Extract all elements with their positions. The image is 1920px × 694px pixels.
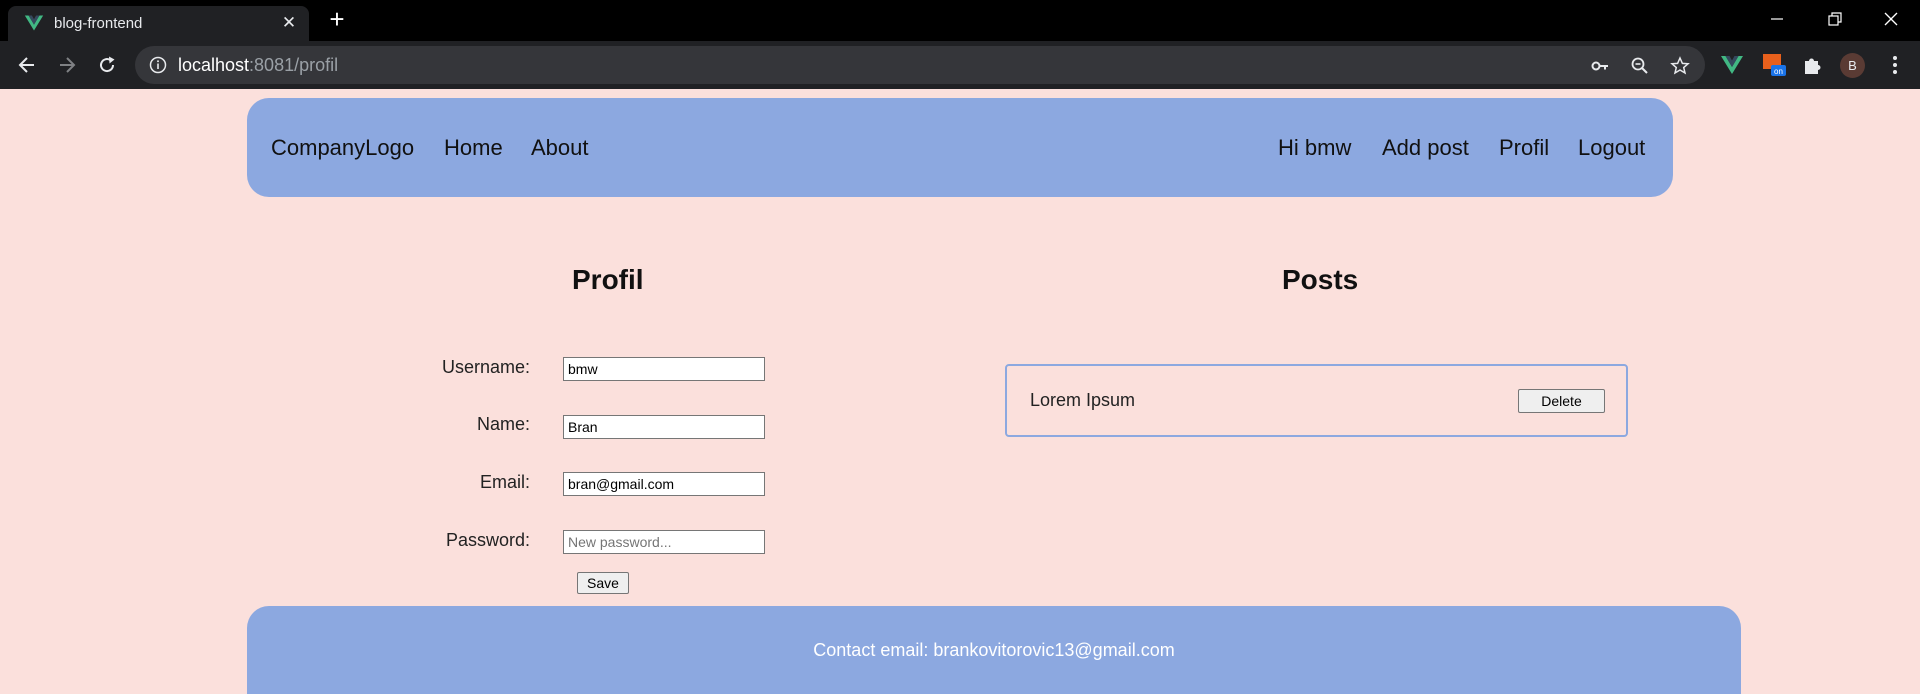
vue-devtools-extension-icon[interactable] xyxy=(1720,53,1744,77)
tab-close-icon[interactable]: ✕ xyxy=(280,14,298,32)
name-label: Name: xyxy=(476,414,530,434)
delete-post-button[interactable]: Delete xyxy=(1518,389,1605,413)
url-host: localhost xyxy=(178,55,250,75)
contact-email-text: Contact email: brankovitorovic13@gmail.c… xyxy=(813,640,1175,660)
nav-add-post-link[interactable]: Add post xyxy=(1382,135,1469,161)
password-label: Password: xyxy=(445,530,530,550)
cors-extension-icon[interactable]: on xyxy=(1762,53,1786,77)
post-card: Lorem Ipsum Delete xyxy=(1005,364,1628,437)
vue-favicon-icon xyxy=(24,15,44,31)
save-button[interactable]: Save xyxy=(577,572,629,594)
extensions-puzzle-icon[interactable] xyxy=(1801,53,1825,77)
posts-heading: Posts xyxy=(1282,264,1359,295)
password-input[interactable] xyxy=(563,530,765,554)
company-logo-link[interactable]: CompanyLogo xyxy=(271,135,414,161)
site-navbar: CompanyLogo Home About Hi bmw Add post P… xyxy=(247,98,1673,197)
post-title[interactable]: Lorem Ipsum xyxy=(1030,390,1135,411)
name-input[interactable] xyxy=(563,415,765,439)
email-input[interactable] xyxy=(563,472,765,496)
zoom-out-icon[interactable] xyxy=(1630,56,1650,76)
restore-icon[interactable] xyxy=(1820,6,1850,32)
reload-icon xyxy=(100,56,115,73)
site-footer: Contact email: brankovitorovic13@gmail.c… xyxy=(247,606,1741,694)
browser-tabstrip: blog-frontend ✕ + xyxy=(0,0,1920,41)
tab-title: blog-frontend xyxy=(54,15,143,32)
url-text: localhost:8081/profil xyxy=(178,55,338,76)
nav-home-link[interactable]: Home xyxy=(444,135,503,161)
reload-button[interactable] xyxy=(93,51,121,79)
minimize-icon[interactable] xyxy=(1762,6,1792,32)
address-bar[interactable]: localhost:8081/profil xyxy=(135,46,1705,84)
key-icon[interactable] xyxy=(1590,56,1610,76)
browser-tab[interactable]: blog-frontend ✕ xyxy=(8,6,309,41)
nav-logout-link[interactable]: Logout xyxy=(1578,135,1645,161)
email-label: Email: xyxy=(479,472,530,492)
url-path: :8081/profil xyxy=(249,55,339,75)
profile-heading: Profil xyxy=(572,264,644,295)
info-icon[interactable] xyxy=(149,56,167,74)
close-window-icon[interactable] xyxy=(1876,6,1906,32)
new-tab-icon[interactable]: + xyxy=(326,6,348,32)
svg-text:on: on xyxy=(1774,67,1783,76)
arrow-left-icon xyxy=(18,57,34,73)
arrow-right-icon xyxy=(60,57,76,73)
kebab-menu-icon[interactable] xyxy=(1883,53,1907,77)
back-button[interactable] xyxy=(13,51,41,79)
nav-profil-link[interactable]: Profil xyxy=(1499,135,1549,161)
nav-about-link[interactable]: About xyxy=(531,135,589,161)
user-greeting: Hi bmw xyxy=(1278,135,1352,160)
star-icon[interactable] xyxy=(1670,56,1690,76)
username-label: Username: xyxy=(441,357,530,377)
forward-button[interactable] xyxy=(53,51,81,79)
username-input[interactable] xyxy=(563,357,765,381)
browser-toolbar: localhost:8081/profil on B xyxy=(0,41,1920,89)
profile-avatar[interactable]: B xyxy=(1840,53,1865,78)
